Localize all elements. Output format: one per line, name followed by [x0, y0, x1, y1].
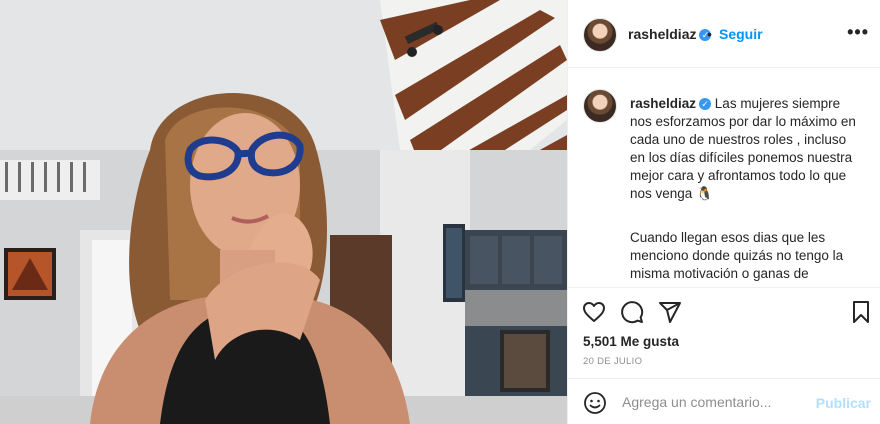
follow-button[interactable]: Seguir [719, 26, 763, 42]
caption-paragraph-2: Cuando llegan esos dias que les menciono… [630, 230, 844, 281]
instagram-post: rasheldiaz ✓ • Seguir ••• rasheldiaz ✓ Las… [0, 0, 880, 424]
paper-plane-icon[interactable] [658, 300, 682, 324]
action-bar: 5,501 Me gusta 20 DE JULIO [568, 287, 880, 377]
publish-button[interactable]: Publicar [816, 395, 871, 411]
post-photo[interactable] [0, 0, 567, 424]
comment-input[interactable] [620, 393, 814, 411]
post-header: rasheldiaz ✓ • Seguir ••• [568, 0, 880, 68]
comment-bar: Publicar [568, 378, 880, 424]
photo-illustration [0, 0, 567, 424]
caption-username[interactable]: rasheldiaz [630, 96, 696, 111]
caption-text: rasheldiaz ✓ Las mujeres siempre nos esfo… [630, 95, 862, 283]
caption-avatar[interactable] [583, 89, 617, 123]
caption-paragraph-1: Las mujeres siempre nos esforzamos por d… [630, 96, 856, 201]
username-link[interactable]: rasheldiaz ✓ [628, 26, 712, 42]
speech-bubble-icon[interactable] [620, 300, 644, 324]
likes-count[interactable]: 5,501 Me gusta [583, 334, 679, 349]
heart-outline-icon[interactable] [582, 300, 606, 324]
caption-section: rasheldiaz ✓ Las mujeres siempre nos esfo… [568, 69, 880, 287]
post-date[interactable]: 20 DE JULIO [583, 356, 642, 367]
caption-verified-badge-icon: ✓ [699, 98, 712, 111]
smiley-icon[interactable] [583, 391, 607, 415]
separator-dot: • [707, 26, 712, 42]
post-sidebar: rasheldiaz ✓ • Seguir ••• rasheldiaz ✓ Las… [567, 0, 880, 424]
more-options-icon[interactable]: ••• [847, 22, 869, 43]
bookmark-icon[interactable] [849, 300, 873, 324]
avatar[interactable] [583, 18, 617, 52]
username-text: rasheldiaz [628, 26, 697, 42]
